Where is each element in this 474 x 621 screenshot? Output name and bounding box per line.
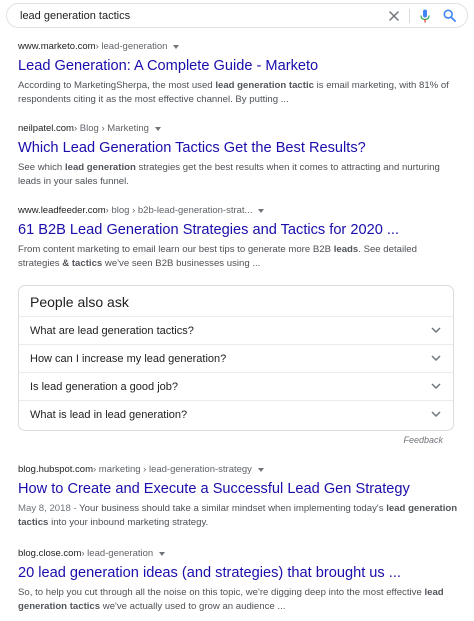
result-snippet: May 8, 2018 - Your business should take … <box>18 502 458 530</box>
result-domain: www.marketo.com <box>18 41 96 52</box>
snippet-text: So, to help you cut through all the nois… <box>18 587 425 598</box>
result-url[interactable]: www.marketo.com › lead-generation <box>18 41 458 52</box>
snippet-text: See which <box>18 162 65 173</box>
result-url[interactable]: neilpatel.com › Blog › Marketing <box>18 123 458 134</box>
snippet-keyword: leads <box>333 244 359 255</box>
result-snippet: So, to help you cut through all the nois… <box>18 586 458 614</box>
chevron-down-icon[interactable] <box>431 410 441 420</box>
result-path: › lead-generation <box>95 41 168 52</box>
result-path: › marketing › lead-generation-strategy <box>93 464 252 475</box>
paa-question: What are lead generation tactics? <box>30 324 194 337</box>
chevron-down-icon[interactable] <box>431 382 441 392</box>
snippet-text: we've actually used to grow an audience … <box>100 601 286 612</box>
chevron-down-icon[interactable] <box>258 208 265 213</box>
snippet-text: we've seen B2B businesses using ... <box>102 258 261 269</box>
result-date: May 8, 2018 - <box>18 503 80 514</box>
result-url[interactable]: www.leadfeeder.com › blog › b2b-lead-gen… <box>18 205 458 216</box>
snippet-keyword: lead generation <box>64 162 136 173</box>
snippet-text: According to MarketingSherpa, the most u… <box>18 80 216 91</box>
result-title-link[interactable]: 20 lead generation ideas (and strategies… <box>18 564 458 582</box>
result-url[interactable]: blog.hubspot.com › marketing › lead-gene… <box>18 464 458 475</box>
result-domain: www.leadfeeder.com <box>18 205 106 216</box>
result-snippet: According to MarketingSherpa, the most u… <box>18 79 458 107</box>
paa-question-row[interactable]: What is lead in lead generation? <box>19 400 453 428</box>
result-path: › lead-generation <box>81 548 154 559</box>
search-result: neilpatel.com › Blog › Marketing Which L… <box>18 123 458 189</box>
people-also-ask-title: People also ask <box>30 294 129 310</box>
close-icon[interactable] <box>382 4 406 27</box>
paa-question-row[interactable]: What are lead generation tactics? <box>19 316 453 344</box>
result-domain: blog.hubspot.com <box>18 464 93 475</box>
search-icon[interactable] <box>437 4 461 27</box>
search-result: blog.close.com › lead-generation 20 lead… <box>18 548 458 614</box>
search-result: blog.hubspot.com › marketing › lead-gene… <box>18 464 458 530</box>
chevron-down-icon[interactable] <box>173 44 180 49</box>
result-snippet: See which lead generation strategies get… <box>18 161 458 189</box>
microphone-icon[interactable] <box>413 4 437 27</box>
search-bar: lead generation tactics <box>6 3 468 28</box>
chevron-down-icon[interactable] <box>159 551 166 556</box>
result-domain: neilpatel.com <box>18 123 74 134</box>
search-input[interactable]: lead generation tactics <box>7 10 382 22</box>
result-domain: blog.close.com <box>18 548 82 559</box>
feedback-link[interactable]: Feedback <box>403 435 443 445</box>
chevron-down-icon[interactable] <box>431 354 441 364</box>
paa-question-row[interactable]: Is lead generation a good job? <box>19 372 453 400</box>
snippet-text: into your inbound marketing strategy. <box>48 517 209 528</box>
search-result: www.marketo.com › lead-generation Lead G… <box>18 41 458 107</box>
result-path: › Blog › Marketing <box>73 123 149 134</box>
paa-question: How can I increase my lead generation? <box>30 352 227 365</box>
chevron-down-icon[interactable] <box>154 126 161 131</box>
result-title-link[interactable]: Which Lead Generation Tactics Get the Be… <box>18 139 458 157</box>
result-title-link[interactable]: Lead Generation: A Complete Guide - Mark… <box>18 57 458 75</box>
result-snippet: From content marketing to email learn ou… <box>18 243 458 271</box>
search-result: www.leadfeeder.com › blog › b2b-lead-gen… <box>18 205 458 271</box>
snippet-text: From content marketing to email learn ou… <box>18 244 334 255</box>
result-title-link[interactable]: How to Create and Execute a Successful L… <box>18 480 458 498</box>
search-divider <box>409 8 410 23</box>
paa-question-row[interactable]: How can I increase my lead generation? <box>19 344 453 372</box>
snippet-text: Your business should take a similar mind… <box>79 503 387 514</box>
paa-question: Is lead generation a good job? <box>30 380 179 393</box>
result-path: › blog › b2b-lead-generation-strat... <box>105 205 253 216</box>
result-url[interactable]: blog.close.com › lead-generation <box>18 548 458 559</box>
people-also-ask-panel: People also ask What are lead generation… <box>18 285 454 431</box>
paa-question: What is lead in lead generation? <box>30 408 188 421</box>
chevron-down-icon[interactable] <box>431 326 441 336</box>
snippet-keyword: lead generation tactic <box>215 80 314 91</box>
result-title-link[interactable]: 61 B2B Lead Generation Strategies and Ta… <box>18 221 458 239</box>
snippet-keyword: & tactics <box>62 258 103 269</box>
chevron-down-icon[interactable] <box>257 467 264 472</box>
